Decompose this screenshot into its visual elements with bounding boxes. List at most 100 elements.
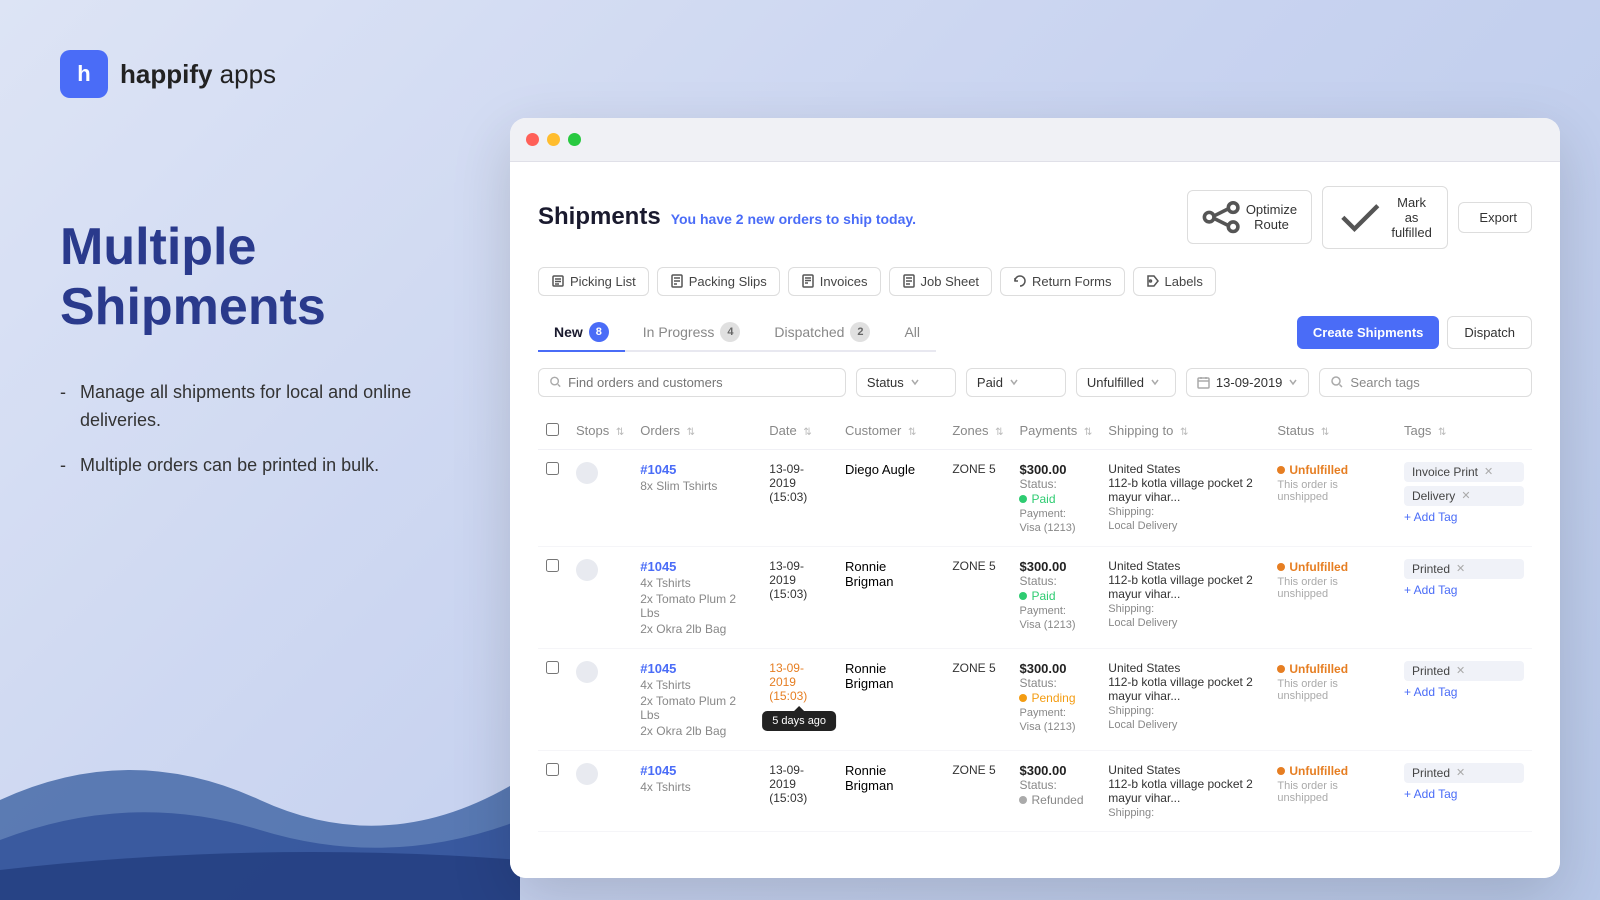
hero-bullets: Manage all shipments for local and onlin…	[60, 378, 450, 480]
add-tag-4[interactable]: + Add Tag	[1404, 787, 1524, 801]
maximize-button[interactable]	[568, 133, 581, 146]
header-actions: Optimize Route Mark as fulfilled Export	[1187, 186, 1532, 249]
tab-all[interactable]: All	[888, 314, 936, 352]
row-checkbox-2[interactable]	[546, 559, 559, 572]
mark-as-fulfilled-button[interactable]: Mark as fulfilled	[1322, 186, 1448, 249]
filters-row: Status Paid Unfulfilled 13-09-2019 Searc…	[538, 368, 1532, 397]
order-items-4: 4x Tshirts	[640, 780, 753, 794]
check-icon	[1337, 194, 1384, 241]
tab-dispatched-badge: 2	[850, 322, 870, 342]
order-link-1[interactable]: #1045	[640, 462, 676, 477]
tags-cell-4: Printed ✕ + Add Tag	[1396, 750, 1532, 831]
shipping-cell-1: United States 112-b kotla village pocket…	[1100, 449, 1269, 546]
packing-slips-label: Packing Slips	[689, 274, 767, 289]
picking-list-button[interactable]: Picking List	[538, 267, 649, 296]
notice-count: 2	[736, 211, 744, 227]
notice-suffix: new orders to ship today.	[747, 211, 916, 227]
add-tag-3[interactable]: + Add Tag	[1404, 685, 1524, 699]
order-items-2: 4x Tshirts	[640, 576, 753, 590]
optimize-route-button[interactable]: Optimize Route	[1187, 190, 1313, 244]
order-link-3[interactable]: #1045	[640, 661, 676, 676]
tab-in-progress-badge: 4	[720, 322, 740, 342]
status-filter[interactable]: Status	[856, 368, 956, 397]
tab-new[interactable]: New 8	[538, 314, 625, 352]
order-items-3c: 2x Okra 2lb Bag	[640, 724, 753, 738]
col-shipping-to: Shipping to ⇅	[1100, 413, 1269, 450]
order-cell-2: #1045 4x Tshirts 2x Tomato Plum 2 Lbs 2x…	[632, 546, 761, 648]
row-checkbox-1[interactable]	[546, 462, 559, 475]
col-stops: Stops ⇅	[568, 413, 632, 450]
return-forms-label: Return Forms	[1032, 274, 1111, 289]
order-cell-1: #1045 8x Slim Tshirts	[632, 449, 761, 546]
col-zones: Zones ⇅	[944, 413, 1011, 450]
wave-decoration	[0, 720, 520, 900]
tags-filter[interactable]: Search tags	[1319, 368, 1532, 397]
page-title: Shipments	[538, 203, 661, 231]
remove-tag-delivery[interactable]: ✕	[1461, 489, 1470, 502]
unfulfilled-filter[interactable]: Unfulfilled	[1076, 368, 1176, 397]
status-cell-3: Unfulfilled This order is unshipped	[1269, 648, 1396, 750]
table-row: #1045 4x Tshirts 2x Tomato Plum 2 Lbs 2x…	[538, 546, 1532, 648]
packing-slips-button[interactable]: Packing Slips	[657, 267, 780, 296]
minimize-button[interactable]	[547, 133, 560, 146]
remove-tag-printed-2[interactable]: ✕	[1456, 562, 1465, 575]
zone-cell-1: ZONE 5	[944, 449, 1011, 546]
shipping-cell-3: United States 112-b kotla village pocket…	[1100, 648, 1269, 750]
tags-cell-3: Printed ✕ + Add Tag	[1396, 648, 1532, 750]
app-window: Shipments You have 2 new orders to ship …	[510, 118, 1560, 878]
notice-prefix: You have	[671, 211, 732, 227]
stop-indicator-1	[576, 462, 598, 484]
order-link-2[interactable]: #1045	[640, 559, 676, 574]
job-sheet-button[interactable]: Job Sheet	[889, 267, 993, 296]
date-cell-2: 13-09-2019 (15:03)	[761, 546, 837, 648]
return-forms-button[interactable]: Return Forms	[1000, 267, 1124, 296]
tab-in-progress-label: In Progress	[643, 324, 715, 340]
remove-tag-invoice[interactable]: ✕	[1484, 465, 1493, 478]
route-icon	[1202, 198, 1240, 236]
stop-indicator-3	[576, 661, 598, 683]
export-button[interactable]: Export	[1458, 202, 1532, 233]
app-content: Shipments You have 2 new orders to ship …	[510, 162, 1560, 878]
logo-letter: h	[77, 61, 90, 87]
order-link-4[interactable]: #1045	[640, 763, 676, 778]
tab-dispatched[interactable]: Dispatched 2	[758, 314, 886, 352]
add-tag-1[interactable]: + Add Tag	[1404, 510, 1524, 524]
sheet-icon	[902, 274, 916, 288]
paid-filter[interactable]: Paid	[966, 368, 1066, 397]
date-cell-4: 13-09-2019 (15:03)	[761, 750, 837, 831]
add-tag-2[interactable]: + Add Tag	[1404, 583, 1524, 597]
close-button[interactable]	[526, 133, 539, 146]
row-checkbox-3[interactable]	[546, 661, 559, 674]
row-checkbox-4[interactable]	[546, 763, 559, 776]
shipping-cell-2: United States 112-b kotla village pocket…	[1100, 546, 1269, 648]
labels-button[interactable]: Labels	[1133, 267, 1216, 296]
invoices-button[interactable]: Invoices	[788, 267, 881, 296]
tag-chip-printed-3: Printed ✕	[1404, 661, 1524, 681]
label-icon	[1146, 274, 1160, 288]
logo-text: happify apps	[120, 59, 276, 90]
remove-tag-printed-4[interactable]: ✕	[1456, 766, 1465, 779]
picking-list-label: Picking List	[570, 274, 636, 289]
dispatch-button[interactable]: Dispatch	[1447, 316, 1532, 349]
search-filter[interactable]	[538, 368, 846, 397]
order-items-3a: 4x Tshirts	[640, 678, 753, 692]
tab-in-progress[interactable]: In Progress 4	[627, 314, 757, 352]
chevron-down-icon-4	[1288, 377, 1298, 387]
status-dot-4	[1277, 767, 1285, 775]
chevron-down-icon-3	[1150, 377, 1160, 387]
status-cell-4: Unfulfilled This order is unshipped	[1269, 750, 1396, 831]
col-orders: Orders ⇅	[632, 413, 761, 450]
create-shipments-button[interactable]: Create Shipments	[1297, 316, 1440, 349]
select-all-checkbox[interactable]	[546, 423, 559, 436]
remove-tag-printed-3[interactable]: ✕	[1456, 664, 1465, 677]
order-items-3b: 2x Tomato Plum 2 Lbs	[640, 694, 753, 722]
date-cell-1: 13-09-2019 (15:03)	[761, 449, 837, 546]
col-date: Date ⇅	[761, 413, 837, 450]
date-cell-3: 13-09-2019 (15:03) 5 days ago	[761, 648, 837, 750]
table-header: Stops ⇅ Orders ⇅ Date ⇅ Customer ⇅ Zones…	[538, 413, 1532, 450]
tooltip-5-days: 5 days ago	[762, 711, 836, 731]
date-filter[interactable]: 13-09-2019	[1186, 368, 1310, 397]
table-row: #1045 8x Slim Tshirts 13-09-2019 (15:03)…	[538, 449, 1532, 546]
tab-new-badge: 8	[589, 322, 609, 342]
search-input[interactable]	[568, 375, 835, 390]
